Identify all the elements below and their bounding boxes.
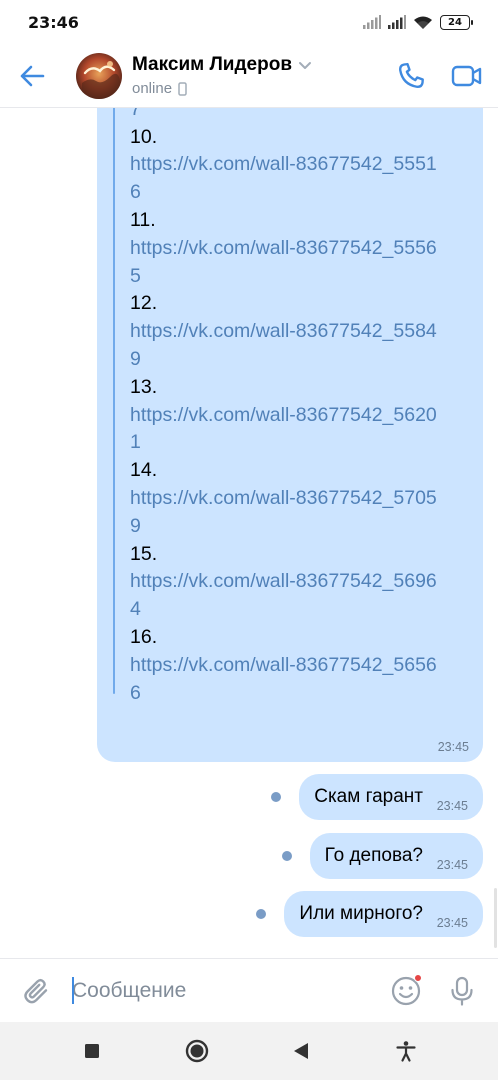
message-row: Го депова? 23:45 xyxy=(281,833,483,879)
message-link[interactable]: https://vk.com/wall-83677542_5620 xyxy=(130,402,470,430)
message-link[interactable]: 5 xyxy=(130,263,470,291)
notification-dot xyxy=(414,973,422,982)
list-number: 11. xyxy=(130,208,156,231)
message-bubble[interactable]: https://vk.com/wall-83677542_5551 710. htt… xyxy=(97,108,483,762)
message-link[interactable]: 6 xyxy=(130,680,470,708)
text-cursor xyxy=(72,977,74,1004)
message-time: 23:45 xyxy=(436,799,468,813)
accessibility-icon xyxy=(396,1041,416,1062)
square-icon xyxy=(85,1044,100,1058)
accessibility-button[interactable] xyxy=(384,1029,428,1073)
triangle-back-icon xyxy=(294,1043,309,1059)
chat-header: Максим Лидеров online xyxy=(0,44,498,108)
contact-status: online xyxy=(132,80,173,97)
message-text: https://vk.com/wall-83677542_5551 710. htt… xyxy=(130,108,470,707)
message-bubble[interactable]: Или мирного? 23:45 xyxy=(284,891,483,937)
message-link[interactable]: https://vk.com/wall-83677542_5556 xyxy=(130,235,470,263)
message-link[interactable]: https://vk.com/wall-83677542_5551 xyxy=(130,151,470,179)
mobile-icon xyxy=(178,81,187,96)
battery-icon: 24 xyxy=(440,14,473,30)
unread-indicator xyxy=(256,909,267,919)
message-row: Скам гарант 23:45 xyxy=(271,774,483,820)
contact-name: Максим Лидеров xyxy=(132,54,292,75)
recents-button[interactable] xyxy=(70,1029,114,1073)
back-button[interactable] xyxy=(0,44,64,108)
battery-level: 24 xyxy=(448,16,462,28)
contact-name-row: Максим Лидеров xyxy=(132,54,394,76)
list-number: 16. xyxy=(130,625,158,648)
unread-indicator xyxy=(281,851,292,861)
status-bar: 23:46 24 xyxy=(0,0,498,44)
arrow-left-icon xyxy=(20,65,45,86)
list-number: 14. xyxy=(130,459,158,482)
message-bubble[interactable]: Го депова? 23:45 xyxy=(309,833,483,879)
message-text: Скам гарант xyxy=(314,786,423,807)
chevron-down-icon xyxy=(299,62,311,69)
message-input[interactable] xyxy=(72,970,386,1011)
voice-message-button[interactable] xyxy=(442,971,482,1011)
chat-screen: 23:46 24 Максим Лидеров online 7 10. htt… xyxy=(0,0,498,1080)
message-link[interactable]: https://vk.com/wall-83677542_5696 xyxy=(130,568,470,596)
list-number: 15. xyxy=(130,542,158,565)
video-camera-icon xyxy=(451,65,482,86)
composer xyxy=(0,958,498,1022)
status-time: 23:46 xyxy=(28,12,79,32)
contact-status-row: online xyxy=(132,80,394,97)
attach-button[interactable] xyxy=(16,971,56,1011)
system-nav-bar xyxy=(0,1022,498,1080)
message-link[interactable]: https://vk.com/wall-83677542_5584 xyxy=(130,318,470,346)
header-actions xyxy=(394,59,484,93)
message-link[interactable]: https://vk.com/wall-83677542_5656 xyxy=(130,652,470,680)
message-link[interactable]: 9 xyxy=(130,513,470,541)
signal-icon xyxy=(363,15,381,29)
call-button[interactable] xyxy=(394,59,428,93)
home-button[interactable] xyxy=(175,1029,219,1073)
message-link[interactable]: 6 xyxy=(130,179,470,207)
back-nav-button[interactable] xyxy=(279,1029,323,1073)
list-number: 13. xyxy=(130,375,158,398)
wifi-icon xyxy=(414,16,432,29)
avatar[interactable] xyxy=(76,52,122,99)
paperclip-icon xyxy=(24,978,48,1003)
message-link[interactable]: 9 xyxy=(130,346,470,374)
avatar-image xyxy=(76,52,122,99)
unread-indicator xyxy=(271,792,282,802)
message-time: 23:45 xyxy=(436,858,468,872)
circle-icon xyxy=(185,1039,208,1063)
list-number: 10. xyxy=(130,125,158,148)
emoji-button[interactable] xyxy=(386,971,426,1011)
contact-info[interactable]: Максим Лидеров online xyxy=(132,54,394,97)
microphone-icon xyxy=(451,976,473,1006)
signal-icon xyxy=(388,15,406,29)
message-row: Или мирного? 23:45 xyxy=(256,891,483,937)
status-icons: 24 xyxy=(363,14,473,30)
message-link[interactable]: 4 xyxy=(130,596,470,624)
message-text: Или мирного? xyxy=(299,903,423,924)
message-list[interactable]: https://vk.com/wall-83677542_5551 710. htt… xyxy=(0,108,498,958)
message-text: Го депова? xyxy=(324,845,423,866)
list-number: 12. xyxy=(130,292,158,315)
message-link[interactable]: 7 xyxy=(130,108,470,124)
message-time: 23:45 xyxy=(436,916,468,930)
phone-icon xyxy=(399,62,424,88)
message-time: 23:45 xyxy=(437,740,469,754)
quote-bar xyxy=(113,108,115,694)
message-link[interactable]: 1 xyxy=(130,429,470,457)
message-bubble[interactable]: Скам гарант 23:45 xyxy=(299,774,483,820)
message-link[interactable]: https://vk.com/wall-83677542_5705 xyxy=(130,485,470,513)
video-call-button[interactable] xyxy=(450,59,484,93)
scrollbar[interactable] xyxy=(494,888,497,948)
